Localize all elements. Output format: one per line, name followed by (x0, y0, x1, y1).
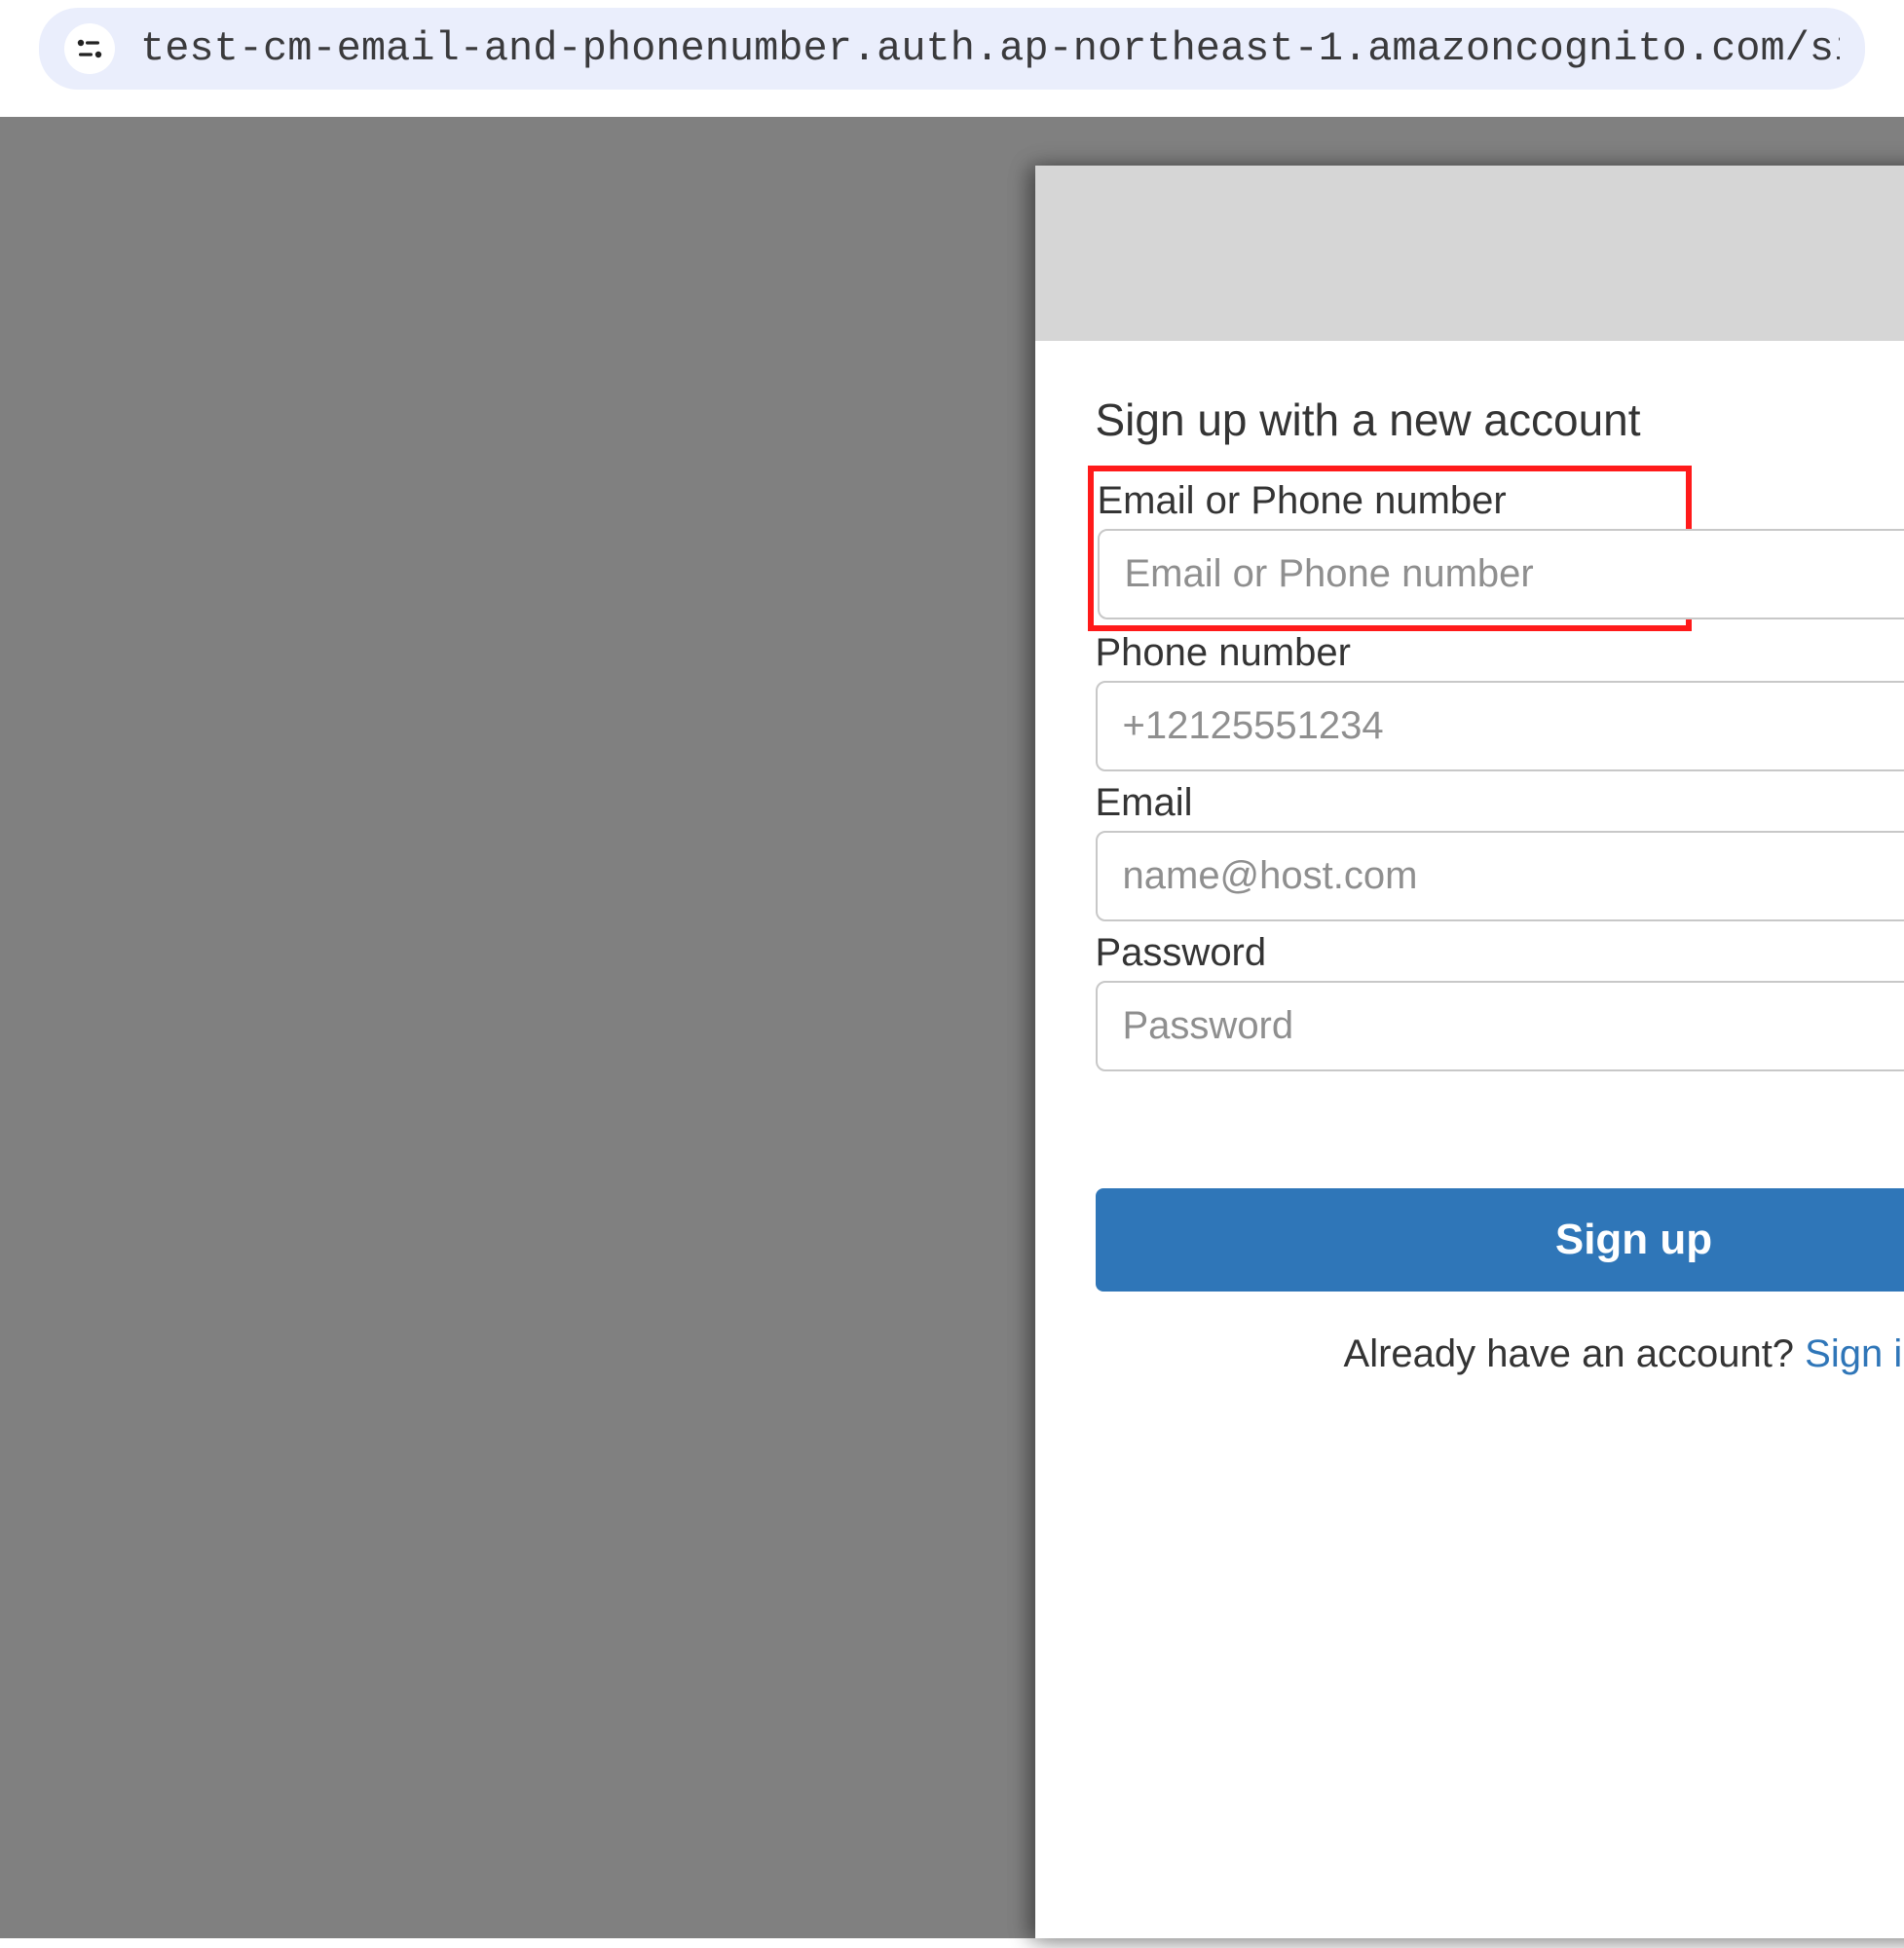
signup-card: Sign up with a new account Email or Phon… (1035, 166, 1904, 1938)
signup-button[interactable]: Sign up (1096, 1188, 1904, 1292)
signin-prompt: Already have an account? Sign in (1096, 1332, 1904, 1376)
email-phone-label: Email or Phone number (1098, 479, 1678, 523)
browser-address-bar[interactable]: test-cm-email-and-phonenumber.auth.ap-no… (39, 8, 1865, 90)
form-title: Sign up with a new account (1096, 393, 1904, 446)
highlight-annotation: Email or Phone number (1088, 466, 1692, 631)
card-logo-area (1035, 166, 1904, 341)
email-label: Email (1096, 781, 1904, 825)
password-label: Password (1096, 931, 1904, 975)
url-text[interactable]: test-cm-email-and-phonenumber.auth.ap-no… (140, 25, 1840, 72)
phone-input[interactable] (1096, 681, 1904, 771)
phone-label: Phone number (1096, 631, 1904, 675)
signin-link[interactable]: Sign in (1805, 1332, 1904, 1375)
signin-prompt-text: Already have an account? (1344, 1332, 1806, 1375)
page-background: Sign up with a new account Email or Phon… (0, 117, 1904, 1938)
password-input[interactable] (1096, 981, 1904, 1071)
email-input[interactable] (1096, 831, 1904, 921)
site-settings-icon[interactable] (64, 23, 115, 74)
email-phone-input[interactable] (1098, 529, 1904, 619)
